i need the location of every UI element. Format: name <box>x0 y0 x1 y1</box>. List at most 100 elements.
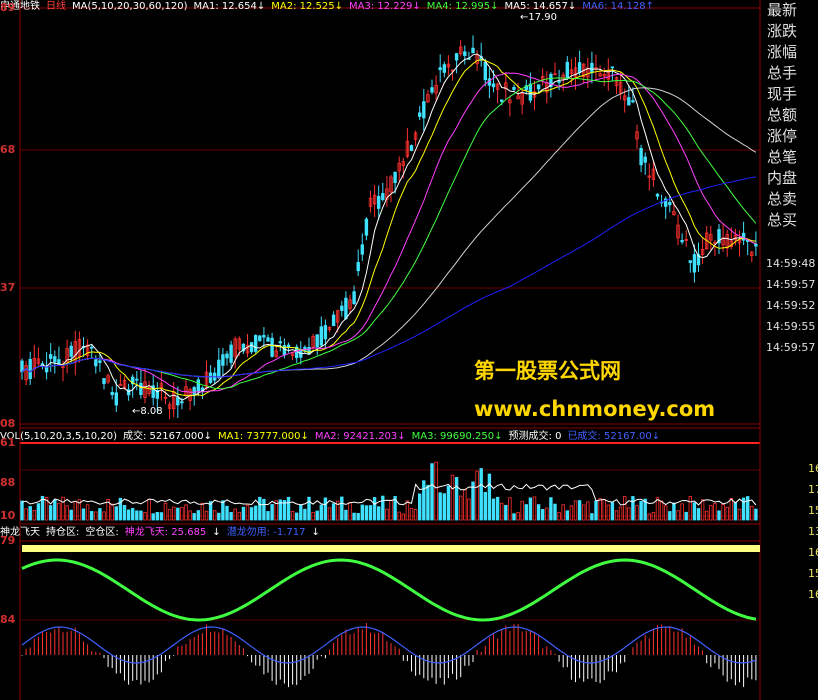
side-number-6: 16 <box>808 588 818 601</box>
candle-body-23 <box>114 392 118 406</box>
ma-line-3 <box>21 72 757 393</box>
candle-body-100 <box>430 87 434 93</box>
side-menu-item-8[interactable]: 内盘 <box>765 168 818 189</box>
side-number-4: 16 <box>808 546 818 559</box>
axis-label-lower: 37 <box>0 281 16 294</box>
volume-bar-61 <box>270 504 274 521</box>
volume-bar-88 <box>381 495 385 521</box>
candle-body-9 <box>57 359 61 364</box>
ma-value-5: MA6: 14.128↑ <box>582 1 655 12</box>
volume-bar-28 <box>135 510 139 521</box>
ma-value-1: MA2: 12.525↓ <box>271 1 344 12</box>
ma-params: MA(5,10,20,30,60,120) <box>72 1 188 12</box>
kline-chart[interactable]: ←17.90←8.08 <box>0 0 765 700</box>
volume-bar-130 <box>553 503 557 521</box>
side-number-0: 16 <box>808 462 818 475</box>
volume-bar-9 <box>57 502 61 521</box>
side-menu-item-6[interactable]: 涨停 <box>765 126 818 147</box>
volume-bar-16 <box>85 504 90 521</box>
candle-body-82 <box>356 262 360 272</box>
volume-bar-150 <box>635 505 639 521</box>
axis-label-vol-mid: 88 <box>0 476 16 489</box>
volume-bar-95 <box>409 508 414 521</box>
quote-side-panel: 最新 涨跌 涨幅 总手 现手 总额 涨停 总笔 内盘 总卖 总买 14:59:48 14:59:57 1… <box>765 0 818 700</box>
side-menu-item-4[interactable]: 现手 <box>765 84 818 105</box>
volume-bar-135 <box>573 500 578 521</box>
period-label[interactable]: 日线 <box>46 1 66 12</box>
volume-bar-161 <box>680 503 684 521</box>
volume-bar-36 <box>167 509 172 521</box>
volume-bar-65 <box>286 496 291 521</box>
candle-body-73 <box>319 326 323 346</box>
tick-time-0: 14:59:48 <box>766 257 816 270</box>
side-menu-item-9[interactable]: 总卖 <box>765 189 818 210</box>
candle-body-115 <box>491 83 496 88</box>
volume-bar-142 <box>602 499 606 521</box>
vol-value-3: MA3: 99690.250↓ <box>411 431 503 442</box>
watermark-url: www.chnmoney.com <box>474 397 716 421</box>
axis-label-vol-top: 61 <box>0 436 16 449</box>
volume-bar-132 <box>561 504 565 521</box>
side-menu-item-1[interactable]: 涨跌 <box>765 21 818 42</box>
candle-body-98 <box>422 101 426 119</box>
volume-bar-87 <box>376 506 381 521</box>
candle-body-28 <box>135 378 139 381</box>
side-number-3: 13 <box>808 525 818 538</box>
ma-value-4: MA5: 14.657↓ <box>504 1 577 12</box>
candle-body-48 <box>217 359 221 378</box>
vol-params: VOL(5,10,20,3,5,10,20) <box>0 431 117 442</box>
candle-body-78 <box>340 305 344 311</box>
candle-body-110 <box>471 47 475 54</box>
candle-body-22 <box>110 392 114 396</box>
volume-bar-101 <box>434 461 438 521</box>
volume-bar-100 <box>430 463 434 521</box>
volume-bar-108 <box>463 489 467 521</box>
candle-body-149 <box>631 100 635 103</box>
volume-bar-54 <box>241 506 246 521</box>
volume-bar-90 <box>389 499 393 521</box>
volume-bar-84 <box>364 505 369 521</box>
candle-body-151 <box>639 147 643 166</box>
candle-body-136 <box>577 62 582 74</box>
volume-bar-127 <box>541 509 545 521</box>
candle-body-58 <box>258 335 262 342</box>
side-menu-item-7[interactable]: 总笔 <box>765 147 818 168</box>
side-menu-item-10[interactable]: 总买 <box>765 210 818 231</box>
candle-body-83 <box>360 244 364 255</box>
volume-bar-17 <box>90 511 94 521</box>
volume-bar-34 <box>159 512 164 521</box>
volume-bar-170 <box>717 510 721 521</box>
volume-bar-37 <box>171 506 176 521</box>
side-number-2: 15 <box>808 504 818 517</box>
volume-bar-156 <box>659 500 664 521</box>
candle-body-87 <box>376 195 381 209</box>
volume-bar-50 <box>225 505 229 521</box>
axis-label-upper: 68 <box>0 143 16 156</box>
candle-body-103 <box>442 64 446 73</box>
candle-body-106 <box>454 53 459 61</box>
volume-bar-52 <box>233 508 237 521</box>
candle-body-49 <box>221 354 225 366</box>
volume-bar-99 <box>426 484 430 521</box>
volume-bar-3 <box>32 509 36 521</box>
volume-bar-179 <box>754 508 758 521</box>
candle-body-163 <box>688 260 692 263</box>
candle-body-79 <box>344 297 348 319</box>
side-menu-item-2[interactable]: 涨幅 <box>765 42 818 63</box>
candle-body-0 <box>20 360 24 373</box>
volume-bar-102 <box>438 492 442 521</box>
volume-bar-55 <box>245 504 250 521</box>
volume-bar-40 <box>184 504 188 521</box>
tick-time-1: 14:59:57 <box>766 278 816 291</box>
volume-bar-115 <box>491 498 496 521</box>
volume-bar-164 <box>692 502 697 521</box>
side-menu-item-5[interactable]: 总额 <box>765 105 818 126</box>
volume-bar-171 <box>721 504 725 521</box>
candle-body-8 <box>53 356 57 363</box>
volume-bar-44 <box>200 502 205 521</box>
candle-body-74 <box>323 325 328 340</box>
side-menu-item-0[interactable]: 最新 <box>765 0 818 21</box>
volume-bar-25 <box>122 505 127 521</box>
side-menu-item-3[interactable]: 总手 <box>765 63 818 84</box>
volume-bar-103 <box>442 493 446 521</box>
